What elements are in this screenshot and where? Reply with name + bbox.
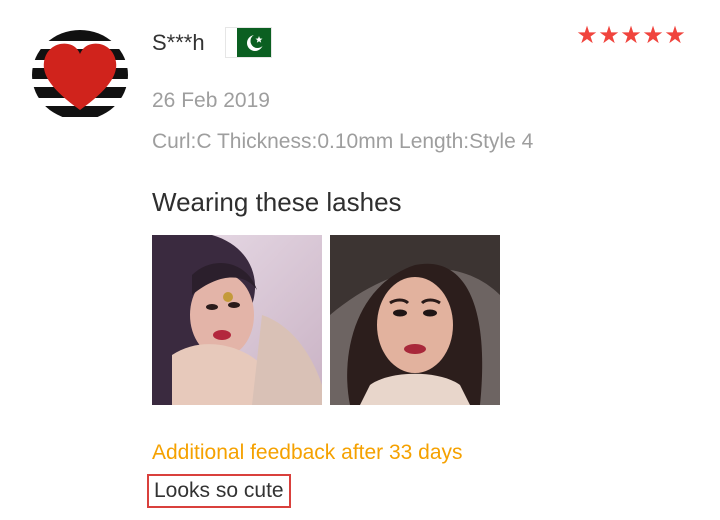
review-date: 26 Feb 2019 (152, 89, 270, 112)
star-icon: ★ (642, 22, 664, 49)
rating-stars: ★ ★ ★ ★ ★ (576, 22, 686, 50)
review-text: Wearing these lashes (152, 187, 402, 217)
avatar (32, 30, 128, 120)
star-icon: ★ (620, 22, 642, 49)
sku-info: Curl:C Thickness:0.10mm Length:Style 4 (152, 130, 534, 153)
pakistan-flag-icon (225, 27, 272, 58)
review-photo-1[interactable] (152, 235, 322, 405)
star-icon: ★ (664, 22, 686, 49)
review-photo-2[interactable] (330, 235, 500, 405)
star-icon: ★ (598, 22, 620, 49)
additional-feedback-text: Looks so cute (147, 474, 291, 508)
additional-feedback-label: Additional feedback after 33 days (152, 441, 463, 464)
heart-icon (43, 43, 117, 110)
reviewer-name: S***h (152, 30, 205, 55)
star-icon: ★ (576, 22, 598, 49)
